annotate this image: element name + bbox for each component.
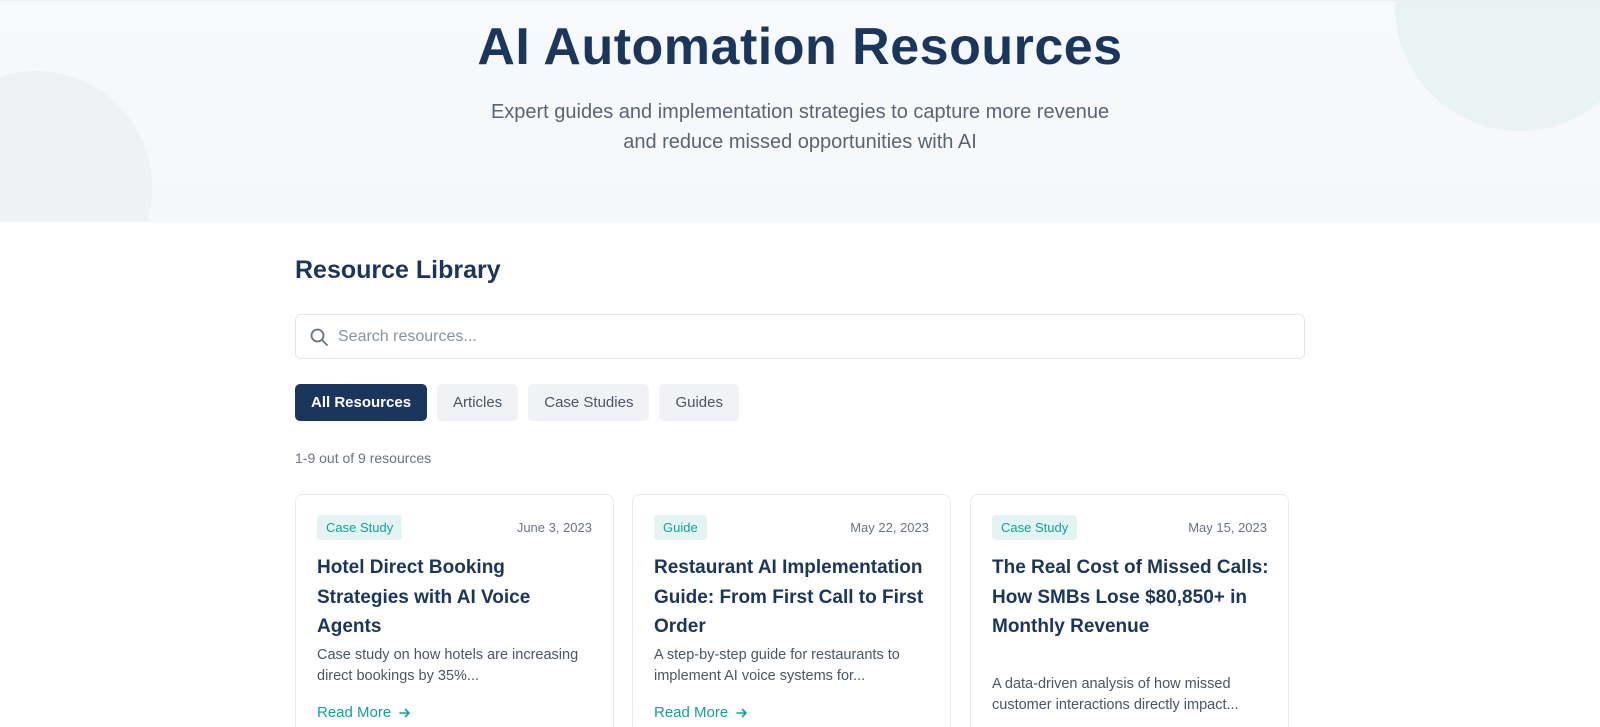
publish-date: May 22, 2023 — [850, 520, 929, 535]
hero-section: AI Automation Resources Expert guides an… — [0, 0, 1600, 222]
resource-card[interactable]: Case Study June 3, 2023 Hotel Direct Boo… — [295, 494, 614, 727]
resource-card[interactable]: Guide May 22, 2023 Restaurant AI Impleme… — [632, 494, 951, 727]
card-description: A step-by-step guide for restaurants to … — [654, 647, 900, 684]
resource-card[interactable]: Case Study May 15, 2023 The Real Cost of… — [970, 494, 1289, 727]
publish-date: May 15, 2023 — [1188, 520, 1267, 535]
category-badge: Case Study — [317, 515, 403, 540]
read-more-link[interactable]: Read More — [317, 704, 411, 721]
search-box — [295, 314, 1305, 359]
filter-tabs: All Resources Articles Case Studies Guid… — [295, 384, 739, 421]
subtitle-line: and reduce missed opportunities with AI — [623, 131, 977, 153]
card-title[interactable]: Hotel Direct Booking Strategies with AI … — [317, 553, 597, 642]
section-title: Resource Library — [295, 256, 501, 284]
page-subtitle: Expert guides and implementation strateg… — [450, 97, 1150, 157]
category-badge: Guide — [654, 515, 707, 540]
filter-articles[interactable]: Articles — [437, 384, 519, 421]
card-description: Case study on how hotels are increasing … — [317, 647, 579, 684]
read-more-label: Read More — [317, 704, 392, 721]
publish-date: June 3, 2023 — [516, 520, 592, 535]
results-count: 1-9 out of 9 resources — [295, 450, 432, 466]
filter-guides[interactable]: Guides — [659, 384, 739, 421]
decorative-circle — [0, 71, 152, 222]
card-description: A data-driven analysis of how missed cus… — [992, 676, 1239, 713]
card-title[interactable]: Restaurant AI Implementation Guide: From… — [654, 553, 934, 642]
search-icon — [309, 327, 329, 347]
page-title: AI Automation Resources — [477, 18, 1123, 76]
read-more-label: Read More — [654, 704, 729, 721]
arrow-right-icon — [399, 708, 411, 717]
filter-all-resources[interactable]: All Resources — [295, 384, 428, 421]
arrow-right-icon — [736, 708, 748, 717]
search-input[interactable] — [338, 315, 1288, 358]
subtitle-line: Expert guides and implementation strateg… — [490, 101, 1110, 123]
card-title[interactable]: The Real Cost of Missed Calls: How SMBs … — [992, 553, 1272, 642]
read-more-link[interactable]: Read More — [654, 704, 748, 721]
category-badge: Case Study — [992, 515, 1078, 540]
filter-case-studies[interactable]: Case Studies — [528, 384, 650, 421]
